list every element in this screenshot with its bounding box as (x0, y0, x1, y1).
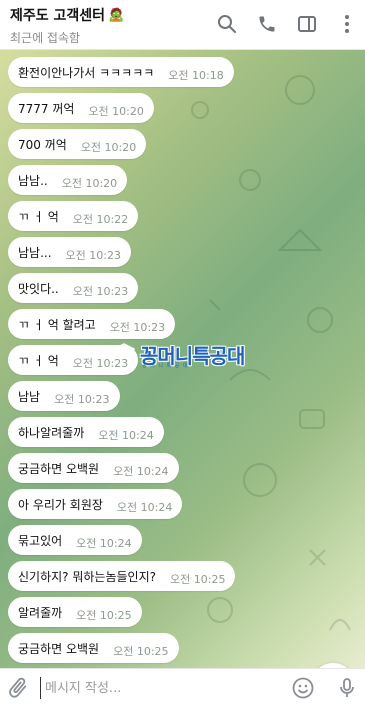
message-text: 아 우리가 회원장 (18, 497, 103, 512)
message-text: 700 꺼억 (18, 137, 67, 152)
message-time: 오전 10:25 (76, 609, 132, 622)
message-bubble[interactable]: 남남... 오전 10:23 (8, 237, 131, 267)
message-bubble[interactable]: 700 꺼억 오전 10:20 (8, 129, 147, 159)
message-list[interactable]: 꽁머니특공대 꽁 머 니 특 공 대 환전이안나가서 ㅋㅋㅋㅋㅋ 오전 10:18… (0, 50, 365, 668)
message-text: 궁금하면 오백원 (18, 461, 100, 476)
phone-icon[interactable] (255, 12, 279, 36)
message-text: 알려줄까 (18, 605, 63, 620)
message-time: 오전 10:23 (72, 357, 129, 370)
message-text: 남남.. (18, 173, 48, 188)
message-time: 오전 10:23 (65, 249, 121, 262)
message-bubble[interactable]: 하나알려줄까 오전 10:24 (8, 417, 164, 447)
message-bubble[interactable]: ㄲ ㅓ 억 오전 10:23 (8, 345, 139, 375)
message-bubble[interactable]: 신기하지? 뭐하는놈들인지? 오전 10:25 (8, 561, 236, 591)
chat-title-text: 제주도 고객센터 (10, 8, 106, 24)
message-bubble[interactable]: ㄲ ㅓ 억 할려고 오전 10:23 (8, 309, 176, 339)
message-time: 오전 10:24 (113, 465, 169, 478)
message-text: ㄲ ㅓ 억 (18, 209, 59, 224)
message-bubble[interactable]: 남남.. 오전 10:20 (8, 165, 128, 195)
message-bubble[interactable]: 남남 오전 10:23 (8, 381, 120, 411)
emoji-icon[interactable] (291, 676, 315, 700)
message-time: 오전 10:18 (168, 69, 224, 82)
message-time: 오전 10:25 (113, 645, 169, 658)
message-time: 오전 10:20 (88, 105, 144, 118)
message-bubble[interactable]: 아 우리가 회원장 오전 10:24 (8, 489, 183, 519)
message-text: 남남 (18, 389, 41, 404)
message-text: 환전이안나가서 ㅋㅋㅋㅋㅋ (18, 65, 155, 80)
more-vertical-icon[interactable] (335, 12, 359, 36)
message-text: ㄲ ㅓ 억 할려고 (18, 317, 96, 332)
message-composer (0, 668, 365, 706)
message-text: 하나알려줄까 (18, 425, 85, 440)
watermark-subtext: 꽁 머 니 특 공 대 (142, 363, 189, 369)
message-time: 오전 10:24 (116, 501, 173, 514)
message-bubble[interactable]: 알려줄까 오전 10:25 (8, 597, 142, 627)
chat-title-area[interactable]: 제주도 고객센터 🧟 최근에 접속함 (10, 5, 124, 46)
message-time: 오전 10:22 (72, 213, 129, 226)
sidebar-icon[interactable] (295, 12, 319, 36)
message-text: 남남... (18, 245, 52, 260)
attach-icon[interactable] (6, 676, 30, 700)
message-time: 오전 10:24 (98, 429, 154, 442)
message-bubble[interactable]: 궁금하면 오백원 오전 10:24 (8, 453, 179, 483)
chat-title: 제주도 고객센터 🧟 (10, 5, 124, 25)
chat-title-emoji: 🧟 (108, 7, 125, 23)
message-text: 신기하지? 뭐하는놈들인지? (18, 569, 156, 584)
message-text: 맛잇다.. (18, 281, 59, 296)
message-text: 7777 꺼억 (18, 101, 75, 116)
message-bubble[interactable]: 맛잇다.. 오전 10:23 (8, 273, 139, 303)
message-text: 묶고있어 (18, 533, 63, 548)
message-time: 오전 10:24 (76, 537, 132, 550)
message-bubble[interactable]: 묶고있어 오전 10:24 (8, 525, 142, 555)
message-text: 궁금하면 오백원 (18, 641, 100, 656)
message-bubble[interactable]: 7777 꺼억 오전 10:20 (8, 93, 154, 123)
message-bubble[interactable]: 환전이안나가서 ㅋㅋㅋㅋㅋ 오전 10:18 (8, 57, 234, 87)
message-text: ㄲ ㅓ 억 (18, 353, 59, 368)
chat-header: 제주도 고객센터 🧟 최근에 접속함 (0, 0, 365, 50)
microphone-icon[interactable] (335, 676, 359, 700)
search-icon[interactable] (215, 12, 239, 36)
message-input[interactable] (40, 677, 280, 699)
message-time: 오전 10:23 (109, 321, 166, 334)
message-time: 오전 10:23 (72, 285, 129, 298)
message-time: 오전 10:20 (80, 141, 137, 154)
message-bubble[interactable]: ㄲ ㅓ 억 오전 10:22 (8, 201, 139, 231)
message-bubble[interactable]: 궁금하면 오백원 오전 10:25 (8, 633, 179, 663)
last-seen-status: 최근에 접속함 (10, 31, 81, 45)
message-time: 오전 10:23 (54, 393, 110, 406)
message-time: 오전 10:20 (61, 177, 118, 190)
message-time: 오전 10:25 (170, 573, 226, 586)
